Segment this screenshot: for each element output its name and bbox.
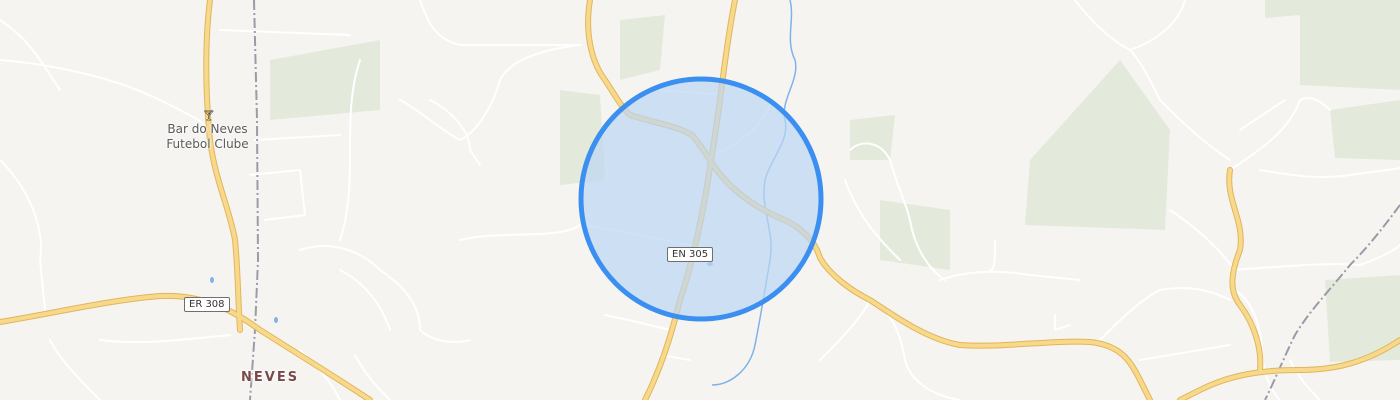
poi-label-bar-do-neves[interactable]: Bar do Neves Futebol Clube bbox=[150, 122, 265, 152]
railways bbox=[249, 0, 1400, 400]
road-shield-en305: EN 305 bbox=[667, 247, 714, 262]
map-canvas bbox=[0, 0, 1400, 400]
place-label-neves: NEVES bbox=[241, 370, 300, 385]
map-view[interactable]: 🍸︎ Bar do Neves Futebol Clube NEVES EN 3… bbox=[0, 0, 1400, 400]
location-accuracy-circle[interactable] bbox=[578, 76, 824, 322]
road-shield-er308: ER 308 bbox=[184, 297, 230, 312]
cocktail-glass-icon[interactable]: 🍸︎ bbox=[202, 110, 216, 121]
